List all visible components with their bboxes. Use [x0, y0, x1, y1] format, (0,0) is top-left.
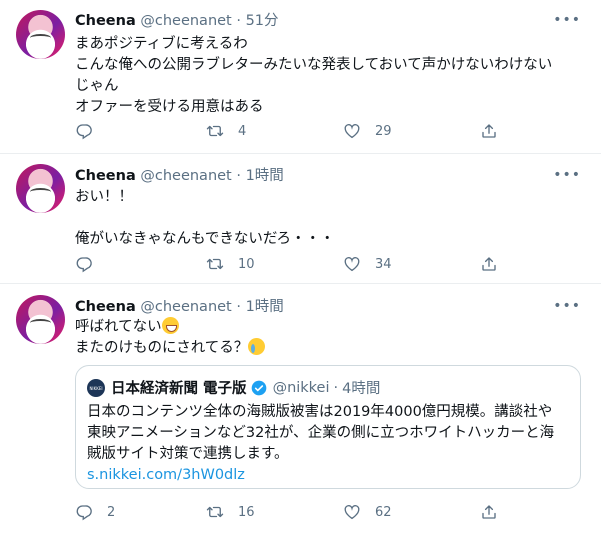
- share-icon: [480, 503, 498, 521]
- separator: ·: [333, 379, 339, 396]
- avatar[interactable]: [16, 10, 65, 59]
- reply-count: 2: [107, 504, 116, 520]
- author-name[interactable]: Cheena: [75, 299, 136, 315]
- share-button[interactable]: [480, 254, 498, 274]
- reply-icon: [75, 122, 93, 140]
- share-button[interactable]: [480, 502, 498, 522]
- tweet-actions: 4 29: [75, 121, 505, 141]
- avatar[interactable]: [16, 295, 65, 344]
- share-icon: [480, 255, 498, 273]
- separator: ·: [236, 13, 241, 29]
- tweet-line: こんな俺への公開ラブレターみたいな発表しておいて声かけないわけない: [75, 57, 553, 73]
- more-options-icon[interactable]: •••: [553, 298, 581, 314]
- heart-icon: [343, 255, 361, 273]
- tweet[interactable]: Cheena @cheenanet · 1時間 ••• 呼ばれてないまたのけもの…: [0, 284, 601, 542]
- author-name[interactable]: Cheena: [75, 13, 136, 29]
- separator: ·: [236, 299, 241, 315]
- retweet-count: 4: [238, 123, 247, 139]
- tweet-text: 呼ばれてないまたのけものにされてる？: [75, 317, 580, 359]
- verified-badge-icon: [251, 380, 266, 395]
- timestamp[interactable]: 51分: [246, 13, 279, 29]
- tweet-line: 呼ばれてない: [75, 319, 162, 335]
- share-icon: [480, 122, 498, 140]
- quoted-line: 日本のコンテンツ全体の海賊版被害は2019年4000億円規模。講談社や: [87, 404, 553, 420]
- tweet-text: まあポジティブに考えるわこんな俺への公開ラブレターみたいな発表しておいて声かけな…: [75, 34, 580, 118]
- retweet-icon: [206, 503, 224, 521]
- quoted-line: 賊版サイト対策で連携します。: [87, 446, 289, 462]
- reply-button[interactable]: [75, 121, 107, 141]
- author-handle[interactable]: @cheenanet: [140, 13, 231, 29]
- like-button[interactable]: 29: [343, 121, 392, 141]
- timestamp[interactable]: 1時間: [246, 168, 284, 184]
- like-button[interactable]: 62: [343, 502, 392, 522]
- reply-icon: [75, 255, 93, 273]
- like-count: 62: [375, 504, 392, 520]
- tweet-header: Cheena @cheenanet · 1時間: [75, 164, 284, 185]
- tweet-line: [75, 208, 580, 229]
- retweet-button[interactable]: 4: [206, 121, 246, 141]
- retweet-count: 16: [238, 504, 255, 520]
- share-button[interactable]: [480, 121, 498, 141]
- author-handle[interactable]: @cheenanet: [140, 168, 231, 184]
- avatar[interactable]: [16, 164, 65, 213]
- tweet-text: おい！！ 俺がいなきゃなんもできないだろ・・・: [75, 187, 580, 250]
- quoted-author-name: 日本経済新聞 電子版: [111, 381, 247, 397]
- quoted-tweet-header: 日本経済新聞 電子版 @nikkei · 4時間: [111, 377, 380, 398]
- retweet-icon: [206, 255, 224, 273]
- reply-icon: [75, 503, 93, 521]
- tweet[interactable]: Cheena @cheenanet · 1時間 ••• おい！！ 俺がいなきゃなん…: [0, 154, 601, 284]
- like-count: 29: [375, 123, 392, 139]
- tweet-header: Cheena @cheenanet · 1時間: [75, 295, 284, 316]
- quoted-timestamp: 4時間: [342, 381, 381, 397]
- tweet-header: Cheena @cheenanet · 51分: [75, 9, 279, 30]
- retweet-icon: [206, 122, 224, 140]
- quoted-tweet-text: 日本のコンテンツ全体の海賊版被害は2019年4000億円規模。講談社や 東映アニメ…: [87, 402, 571, 486]
- reply-button[interactable]: 2: [75, 502, 115, 522]
- quoted-tweet[interactable]: NIKKEI 日本経済新聞 電子版 @nikkei · 4時間 日本のコンテンツ…: [75, 365, 581, 489]
- like-count: 34: [375, 256, 392, 272]
- like-button[interactable]: 34: [343, 254, 392, 274]
- heart-icon: [343, 122, 361, 140]
- quoted-line: 東映アニメーションなど32社が、企業の側に立つホワイトハッカーと海: [87, 425, 555, 441]
- crying-face-icon: [248, 338, 266, 355]
- retweet-count: 10: [238, 256, 255, 272]
- tweet-line: じゃん: [75, 78, 119, 94]
- more-options-icon[interactable]: •••: [553, 12, 581, 28]
- nikkei-logo: NIKKEI: [87, 379, 105, 397]
- timestamp[interactable]: 1時間: [246, 299, 284, 315]
- separator: ·: [236, 168, 241, 184]
- quoted-link[interactable]: s.nikkei.com/3hW0dlz: [87, 465, 571, 486]
- tweet-line: またのけものにされてる？: [75, 340, 249, 356]
- retweet-button[interactable]: 16: [206, 502, 255, 522]
- heart-icon: [343, 503, 361, 521]
- reply-button[interactable]: [75, 254, 107, 274]
- author-handle[interactable]: @cheenanet: [140, 299, 231, 315]
- tweet-actions: 10 34: [75, 254, 505, 274]
- author-name[interactable]: Cheena: [75, 168, 136, 184]
- quoted-author-handle: @nikkei: [272, 379, 330, 396]
- tweet-line: おい！！: [75, 189, 133, 205]
- tweet[interactable]: Cheena @cheenanet · 51分 ••• まあポジティブに考えるわ…: [0, 0, 601, 154]
- retweet-button[interactable]: 10: [206, 254, 255, 274]
- more-options-icon[interactable]: •••: [553, 167, 581, 183]
- grinning-squinting-face-icon: [161, 317, 179, 334]
- tweet-line: 俺がいなきゃなんもできないだろ・・・: [75, 231, 335, 247]
- tweet-actions: 2 16 62: [75, 502, 505, 522]
- tweet-line: オファーを受ける用意はある: [75, 99, 264, 115]
- tweet-line: まあポジティブに考えるわ: [75, 36, 248, 52]
